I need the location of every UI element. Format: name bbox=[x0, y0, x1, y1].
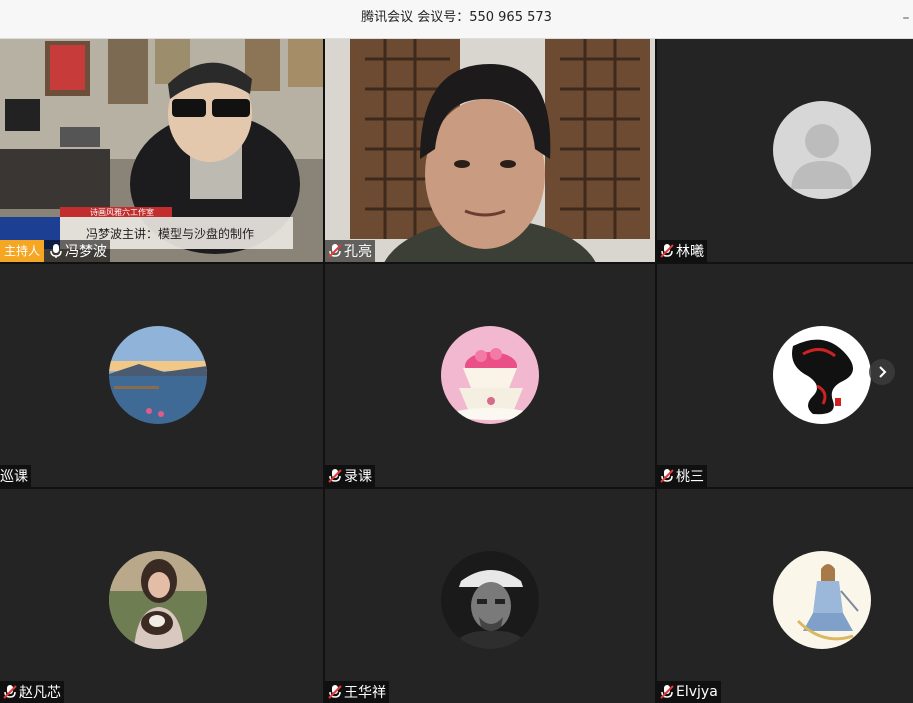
chevron-right-icon bbox=[879, 366, 887, 378]
participant-name-tag: 孔亮 bbox=[325, 240, 375, 262]
lake-avatar bbox=[109, 326, 207, 424]
next-page-button[interactable] bbox=[869, 359, 895, 385]
participant-name: 录课 bbox=[344, 469, 372, 485]
participant-name-tag: 录课 bbox=[325, 465, 375, 487]
host-badge: 主持人 bbox=[0, 240, 45, 262]
participant-name: 桃三 bbox=[676, 469, 704, 485]
participant-name: 王华祥 bbox=[344, 685, 386, 701]
participant-name: Elvjya bbox=[676, 684, 718, 700]
participant-tile[interactable]: 巡课 bbox=[0, 264, 323, 487]
dragon-avatar bbox=[773, 326, 871, 424]
participant-name-tag: 林曦 bbox=[657, 240, 707, 262]
participant-name: 赵凡芯 bbox=[19, 685, 61, 701]
participant-name: 巡课 bbox=[0, 469, 28, 485]
meeting-title: 腾讯会议 会议号：550 965 573 bbox=[361, 10, 552, 25]
microphone-muted-icon bbox=[328, 685, 342, 699]
microphone-muted-icon bbox=[660, 244, 674, 258]
teacup-avatar bbox=[441, 326, 539, 424]
participant-video-feed bbox=[325, 39, 655, 262]
title-bar: 腾讯会议 会议号：550 965 573 – bbox=[0, 0, 913, 39]
default-avatar bbox=[773, 101, 871, 199]
microphone-muted-icon bbox=[660, 469, 674, 483]
participant-tile[interactable]: 孔亮 bbox=[325, 39, 655, 262]
participant-grid: 诗画风雅六工作室 冯梦波主讲：模型与沙盘的制作 主持人 冯梦波 孔亮 林曦 巡课… bbox=[0, 39, 913, 703]
video-banner-text: 冯梦波主讲：模型与沙盘的制作 bbox=[86, 226, 254, 241]
participant-name-tag: 桃三 bbox=[657, 465, 707, 487]
participant-name-tag: 巡课 bbox=[0, 465, 31, 487]
microphone-muted-icon bbox=[328, 244, 342, 258]
participant-tile[interactable]: 录课 bbox=[325, 264, 655, 487]
minimize-button[interactable]: – bbox=[899, 9, 913, 27]
participant-name: 孔亮 bbox=[344, 244, 372, 260]
host-video-feed: 诗画风雅六工作室 冯梦波主讲：模型与沙盘的制作 bbox=[0, 39, 323, 262]
video-ribbon-text: 诗画风雅六工作室 bbox=[90, 207, 154, 217]
participant-tile-host[interactable]: 诗画风雅六工作室 冯梦波主讲：模型与沙盘的制作 主持人 冯梦波 bbox=[0, 39, 323, 262]
microphone-icon bbox=[50, 244, 62, 258]
participant-name-tag: 赵凡芯 bbox=[0, 681, 64, 703]
participant-tile[interactable]: 林曦 bbox=[657, 39, 913, 262]
microphone-muted-icon bbox=[660, 685, 674, 699]
microphone-muted-icon bbox=[328, 469, 342, 483]
participant-name-tag: 王华祥 bbox=[325, 681, 389, 703]
participant-name: 林曦 bbox=[676, 244, 704, 260]
participant-name-tag: Elvjya bbox=[657, 681, 721, 703]
participant-tile[interactable]: 赵凡芯 bbox=[0, 489, 323, 703]
drawing-avatar bbox=[773, 551, 871, 649]
participant-tile[interactable]: Elvjya bbox=[657, 489, 913, 703]
participant-name: 冯梦波 bbox=[65, 244, 108, 260]
participant-name-tag: 主持人 冯梦波 bbox=[0, 240, 111, 262]
photo-avatar bbox=[109, 551, 207, 649]
participant-tile[interactable]: 王华祥 bbox=[325, 489, 655, 703]
bw-portrait-avatar bbox=[441, 551, 539, 649]
microphone-muted-icon bbox=[3, 685, 17, 699]
